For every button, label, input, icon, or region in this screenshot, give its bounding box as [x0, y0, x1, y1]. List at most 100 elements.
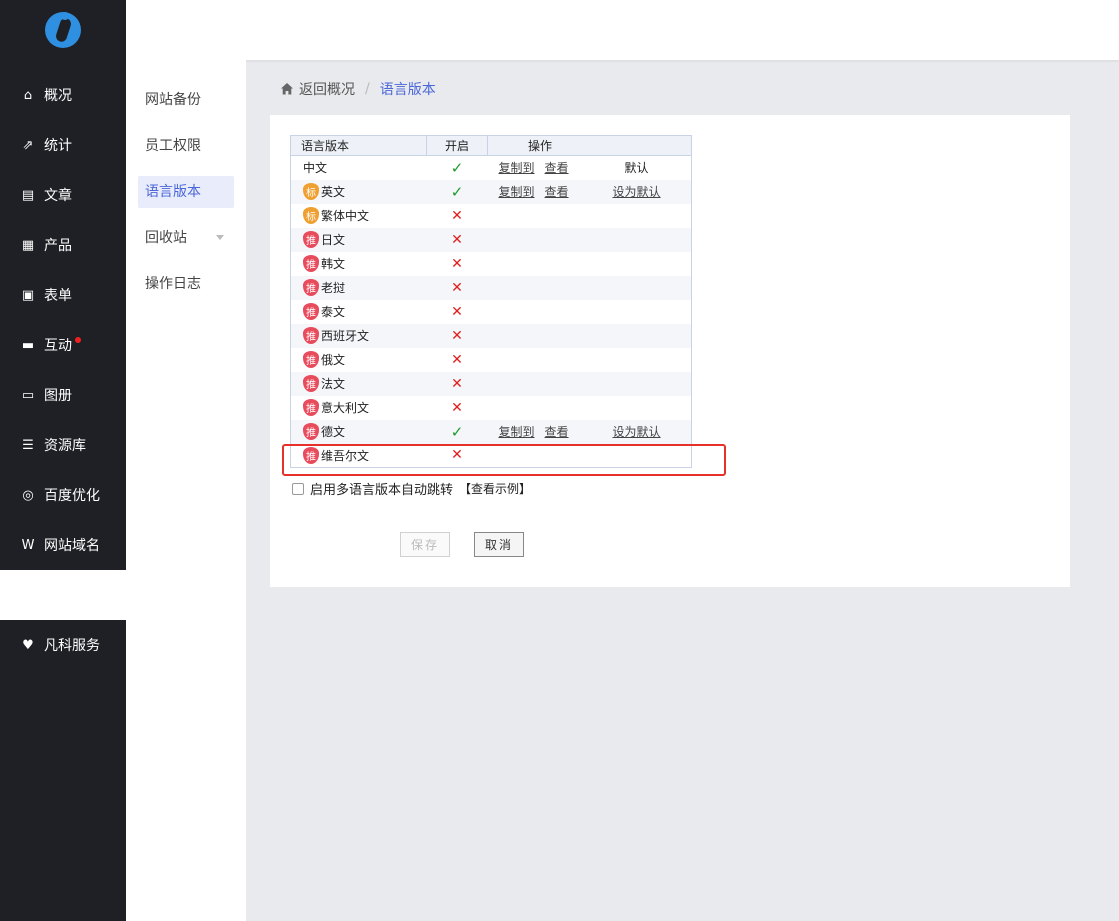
disabled-cross-icon[interactable]: ✕	[426, 323, 488, 348]
view-example-link[interactable]: 【查看示例】	[459, 480, 531, 497]
copy-to-link[interactable]: 复制到	[499, 425, 535, 439]
language-cell: 推意大利文	[291, 396, 427, 420]
table-row: 推意大利文 ✕	[291, 396, 692, 420]
sidebar-item-label: 产品	[44, 238, 72, 254]
auto-jump-label[interactable]: 启用多语言版本自动跳转	[310, 479, 453, 498]
subnav-item-language-version[interactable]: 语言版本	[138, 176, 234, 208]
sidebar-item-11[interactable]: ♥ 凡科服务	[0, 620, 126, 670]
highlight-annotation-box	[282, 444, 726, 476]
language-cell: 推韩文	[291, 252, 427, 276]
subnav-item-operation-log[interactable]: 操作日志	[138, 268, 234, 300]
article-icon: ▤	[21, 187, 35, 203]
disabled-cross-icon[interactable]: ✕	[426, 227, 488, 252]
language-name: 泰文	[321, 305, 346, 319]
table-row: 推老挝 ✕	[290, 275, 692, 300]
logo[interactable]	[45, 12, 81, 48]
recommended-badge-icon: 推	[303, 279, 319, 296]
sidebar-item-label: 统计	[44, 138, 72, 154]
disabled-cross-icon[interactable]: ✕	[427, 252, 488, 276]
row-actions: 复制到 查看 设为默认	[487, 179, 692, 204]
recommended-badge-icon: 推	[303, 423, 319, 440]
language-name-wrap: 中文	[291, 159, 427, 176]
sub-sidebar: 网站备份 员工权限 语言版本 回收站 操作日志	[126, 60, 246, 921]
table-row: 标英文 ✓ 复制到 查看 设为默认	[290, 179, 692, 204]
language-name: 老挝	[321, 281, 346, 295]
copy-to-link[interactable]: 复制到	[499, 185, 535, 199]
disabled-cross-icon[interactable]: ✕	[426, 371, 488, 396]
language-name: 繁体中文	[321, 209, 370, 223]
column-header-enabled: 开启	[426, 135, 488, 156]
auto-jump-checkbox[interactable]	[292, 482, 304, 495]
language-name: 英文	[321, 185, 346, 199]
chevron-down-icon	[216, 235, 224, 240]
language-name: 法文	[321, 377, 346, 391]
row-actions	[487, 323, 692, 348]
copy-to-link[interactable]: 复制到	[499, 161, 535, 175]
row-actions	[488, 252, 692, 276]
view-link[interactable]: 查看	[545, 161, 569, 175]
language-name: 德文	[321, 425, 346, 439]
recommended-badge-icon: 推	[303, 375, 319, 392]
table-row: 推西班牙文 ✕	[290, 323, 692, 348]
disabled-cross-icon[interactable]: ✕	[427, 348, 488, 372]
enabled-check-icon[interactable]: ✓	[426, 419, 488, 444]
recommended-badge-icon: 推	[303, 231, 319, 248]
main-sidebar: ⌂概况⇗统计▤文章▦产品▣表单▬互动▭图册☰资源库◎百度优化W网站域名✿系统设置…	[0, 0, 126, 921]
view-link[interactable]: 查看	[545, 425, 569, 439]
disabled-cross-icon[interactable]: ✕	[426, 275, 488, 300]
enabled-check-icon[interactable]: ✓	[427, 156, 488, 180]
subnav-item-backup[interactable]: 网站备份	[138, 84, 234, 116]
sidebar-item-9[interactable]: W 网站域名	[0, 520, 126, 570]
sidebar-item-5[interactable]: ▬ 互动	[0, 320, 126, 370]
table-header-row: 语言版本 开启 操作	[290, 135, 692, 156]
set-default-link[interactable]: 设为默认	[613, 185, 661, 199]
standard-badge-icon: 标	[303, 207, 319, 224]
language-cell: 标英文	[290, 179, 427, 204]
language-name-wrap: 标英文	[291, 183, 427, 200]
sidebar-item-label: 凡科服务	[44, 638, 100, 654]
sidebar-item-label: 网站域名	[44, 538, 100, 554]
sidebar-item-1[interactable]: ⇗ 统计	[0, 120, 126, 170]
image-icon: ▭	[21, 387, 35, 403]
language-cell: 推泰文	[291, 300, 427, 324]
language-cell: 推老挝	[290, 275, 427, 300]
disabled-cross-icon[interactable]: ✕	[427, 396, 488, 420]
enabled-check-icon[interactable]: ✓	[426, 179, 488, 204]
language-name-wrap: 推西班牙文	[291, 327, 427, 344]
view-link[interactable]: 查看	[545, 185, 569, 199]
language-name-wrap: 推法文	[291, 375, 427, 392]
sidebar-item-label: 资源库	[44, 438, 86, 454]
sidebar-item-3[interactable]: ▦ 产品	[0, 220, 126, 270]
breadcrumb-current: 语言版本	[379, 82, 436, 98]
subnav-item-recycle-bin[interactable]: 回收站	[138, 222, 234, 254]
disabled-cross-icon[interactable]: ✕	[427, 204, 488, 228]
save-button[interactable]: 保存	[400, 532, 450, 557]
sidebar-item-6[interactable]: ▭ 图册	[0, 370, 126, 420]
heart-icon: ♥	[22, 637, 34, 653]
disabled-cross-icon[interactable]: ✕	[427, 300, 488, 324]
language-name: 西班牙文	[321, 329, 370, 343]
sidebar-item-8[interactable]: ◎ 百度优化	[0, 470, 126, 520]
table-row: 中文 ✓ 复制到 查看 默认	[291, 156, 692, 180]
row-actions	[488, 396, 692, 420]
home-icon[interactable]	[280, 82, 294, 96]
sidebar-item-2[interactable]: ▤ 文章	[0, 170, 126, 220]
sidebar-item-label: 互动	[44, 338, 72, 354]
set-default-link[interactable]: 设为默认	[613, 425, 661, 439]
sidebar-item-4[interactable]: ▣ 表单	[0, 270, 126, 320]
recommended-badge-icon: 推	[303, 327, 319, 344]
cancel-button[interactable]: 取消	[474, 532, 524, 557]
grid-icon: ▦	[21, 237, 35, 253]
row-actions: 复制到 查看 默认	[488, 156, 692, 180]
language-name-wrap: 推日文	[291, 231, 427, 248]
recommended-badge-icon: 推	[303, 351, 319, 368]
row-actions	[488, 300, 692, 324]
sidebar-item-label: 概况	[44, 88, 72, 104]
subnav-item-staff-permissions[interactable]: 员工权限	[138, 130, 234, 162]
row-actions	[488, 348, 692, 372]
target-icon: ◎	[22, 487, 34, 503]
sidebar-item-0[interactable]: ⌂ 概况	[0, 70, 126, 120]
breadcrumb-back-link[interactable]: 返回概况	[299, 79, 355, 99]
home-icon: ⌂	[23, 87, 33, 103]
sidebar-item-7[interactable]: ☰ 资源库	[0, 420, 126, 470]
